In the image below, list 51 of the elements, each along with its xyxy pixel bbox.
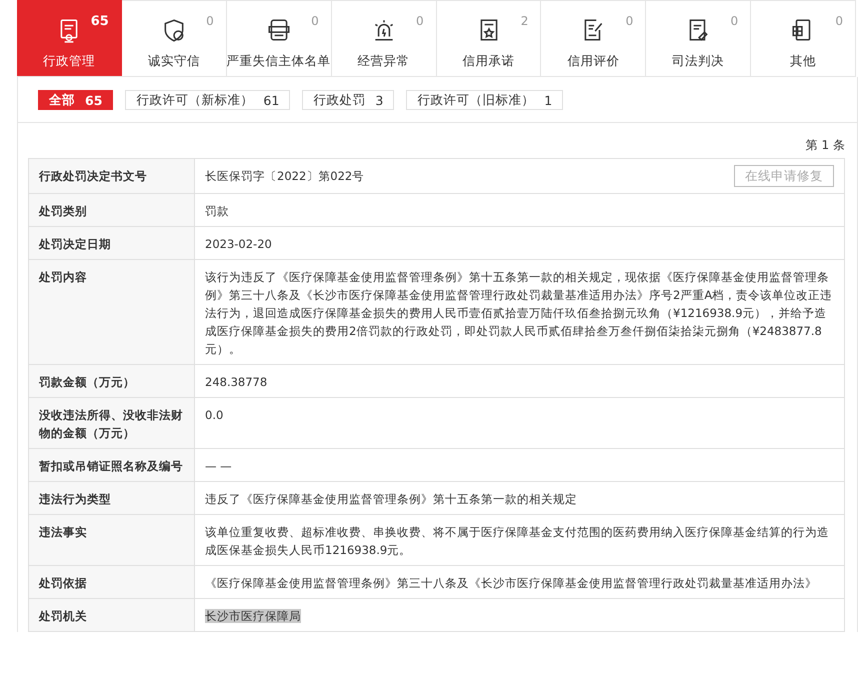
tab-count: 0 [206,14,214,28]
tab-count: 0 [416,14,424,28]
tab-count: 0 [835,14,844,28]
tab-label: 诚实守信 [148,53,200,70]
tab-count: 0 [626,14,634,28]
field-value: — — [205,459,232,473]
filter-button[interactable]: 行政处罚 3 [302,90,394,110]
category-tab[interactable]: 0 其他 [751,0,856,76]
tab-label: 行政管理 [42,53,95,70]
field-label: 处罚类别 [28,194,194,226]
field-value: 2023-02-20 [205,237,272,251]
field-label: 暂扣或吊销证照名称及编号 [28,448,194,482]
field-value: 长沙市医疗保障局 [205,609,301,623]
field-value: 长医保罚字〔2022〕第022号 [205,168,364,185]
field-label: 处罚内容 [28,260,194,364]
category-tab[interactable]: 0 诚实守信 [122,0,227,76]
tab-count: 0 [311,14,319,28]
field-value: 罚款 [205,204,229,218]
tab-count: 2 [520,14,528,28]
tab-label: 其他 [790,53,816,70]
field-label: 罚款金额（万元） [28,364,194,398]
field-label: 行政处罚决定书文号 [28,158,194,194]
category-tab[interactable]: 0 严重失信主体名单 [226,0,332,76]
field-value: 违反了《医疗保障基金使用监督管理条例》第十五条第一款的相关规定 [205,492,577,506]
tab-count: 0 [730,14,738,28]
filter-button[interactable]: 行政许可（新标准） 61 [125,90,290,110]
category-tab[interactable]: 0 信用评价 [541,0,646,76]
tab-label: 严重失信主体名单 [226,53,331,70]
field-label: 违法行为类型 [28,482,194,514]
field-label: 没收违法所得、没收非法财物的金额（万元） [28,398,194,448]
tab-label: 司法判决 [672,53,724,70]
field-label: 处罚依据 [28,566,194,598]
field-value: 《医疗保障基金使用监督管理条例》第三十八条及《长沙市医疗保障基金使用监督管理行政处罚裁量基准适用办法》 [205,576,817,590]
field-label: 处罚决定日期 [28,226,194,260]
tab-label: 经营异常 [358,53,410,70]
tab-label: 信用承诺 [462,53,514,70]
category-tab[interactable]: 0 经营异常 [332,0,437,76]
field-value: 248.38778 [205,375,268,389]
tab-label: 信用评价 [567,53,620,70]
category-tab[interactable]: 2 信用承诺 [436,0,542,76]
field-label: 违法事实 [28,514,194,566]
category-tab[interactable]: 65 行政管理 [17,0,122,76]
category-tab[interactable]: 0 司法判决 [646,0,752,76]
field-value: 该单位重复收费、超标准收费、串换收费、将不属于医疗保障基金支付范围的医药费用纳入医疗保障基金结算的行为造成医保基金损失人民币1216938.9元。 [205,525,829,557]
filter-button[interactable]: 全部 65 [38,90,114,110]
filter-button[interactable]: 行政许可（旧标准） 1 [406,90,564,110]
field-value: 0.0 [205,408,224,422]
field-label: 处罚机关 [28,598,194,632]
tab-count: 65 [90,14,109,29]
field-value: 该行为违反了《医疗保障基金使用监督管理条例》第十五条第一款的相关规定，现依据《医疗保障基金使用监督管理条例》第三十八条及《长沙市医疗保障基金使用监督管理行政处罚裁量基准适用办法》序号2严重A档，责令该单位改正违法行为，退回造成医疗保障基金损失的费用人民币壹佰贰拾壹万陆仟玖佰叁拾捌元玖角（¥1216938.9元），并给予造成医疗保障基金损失的费用2倍罚款的行政处罚，即处罚款人民币贰佰肆拾叁万叁仟捌佰柒拾柒元捌角（¥2483877.8元）。 [205,270,832,356]
record-index: 第 1 条 [804,137,845,154]
